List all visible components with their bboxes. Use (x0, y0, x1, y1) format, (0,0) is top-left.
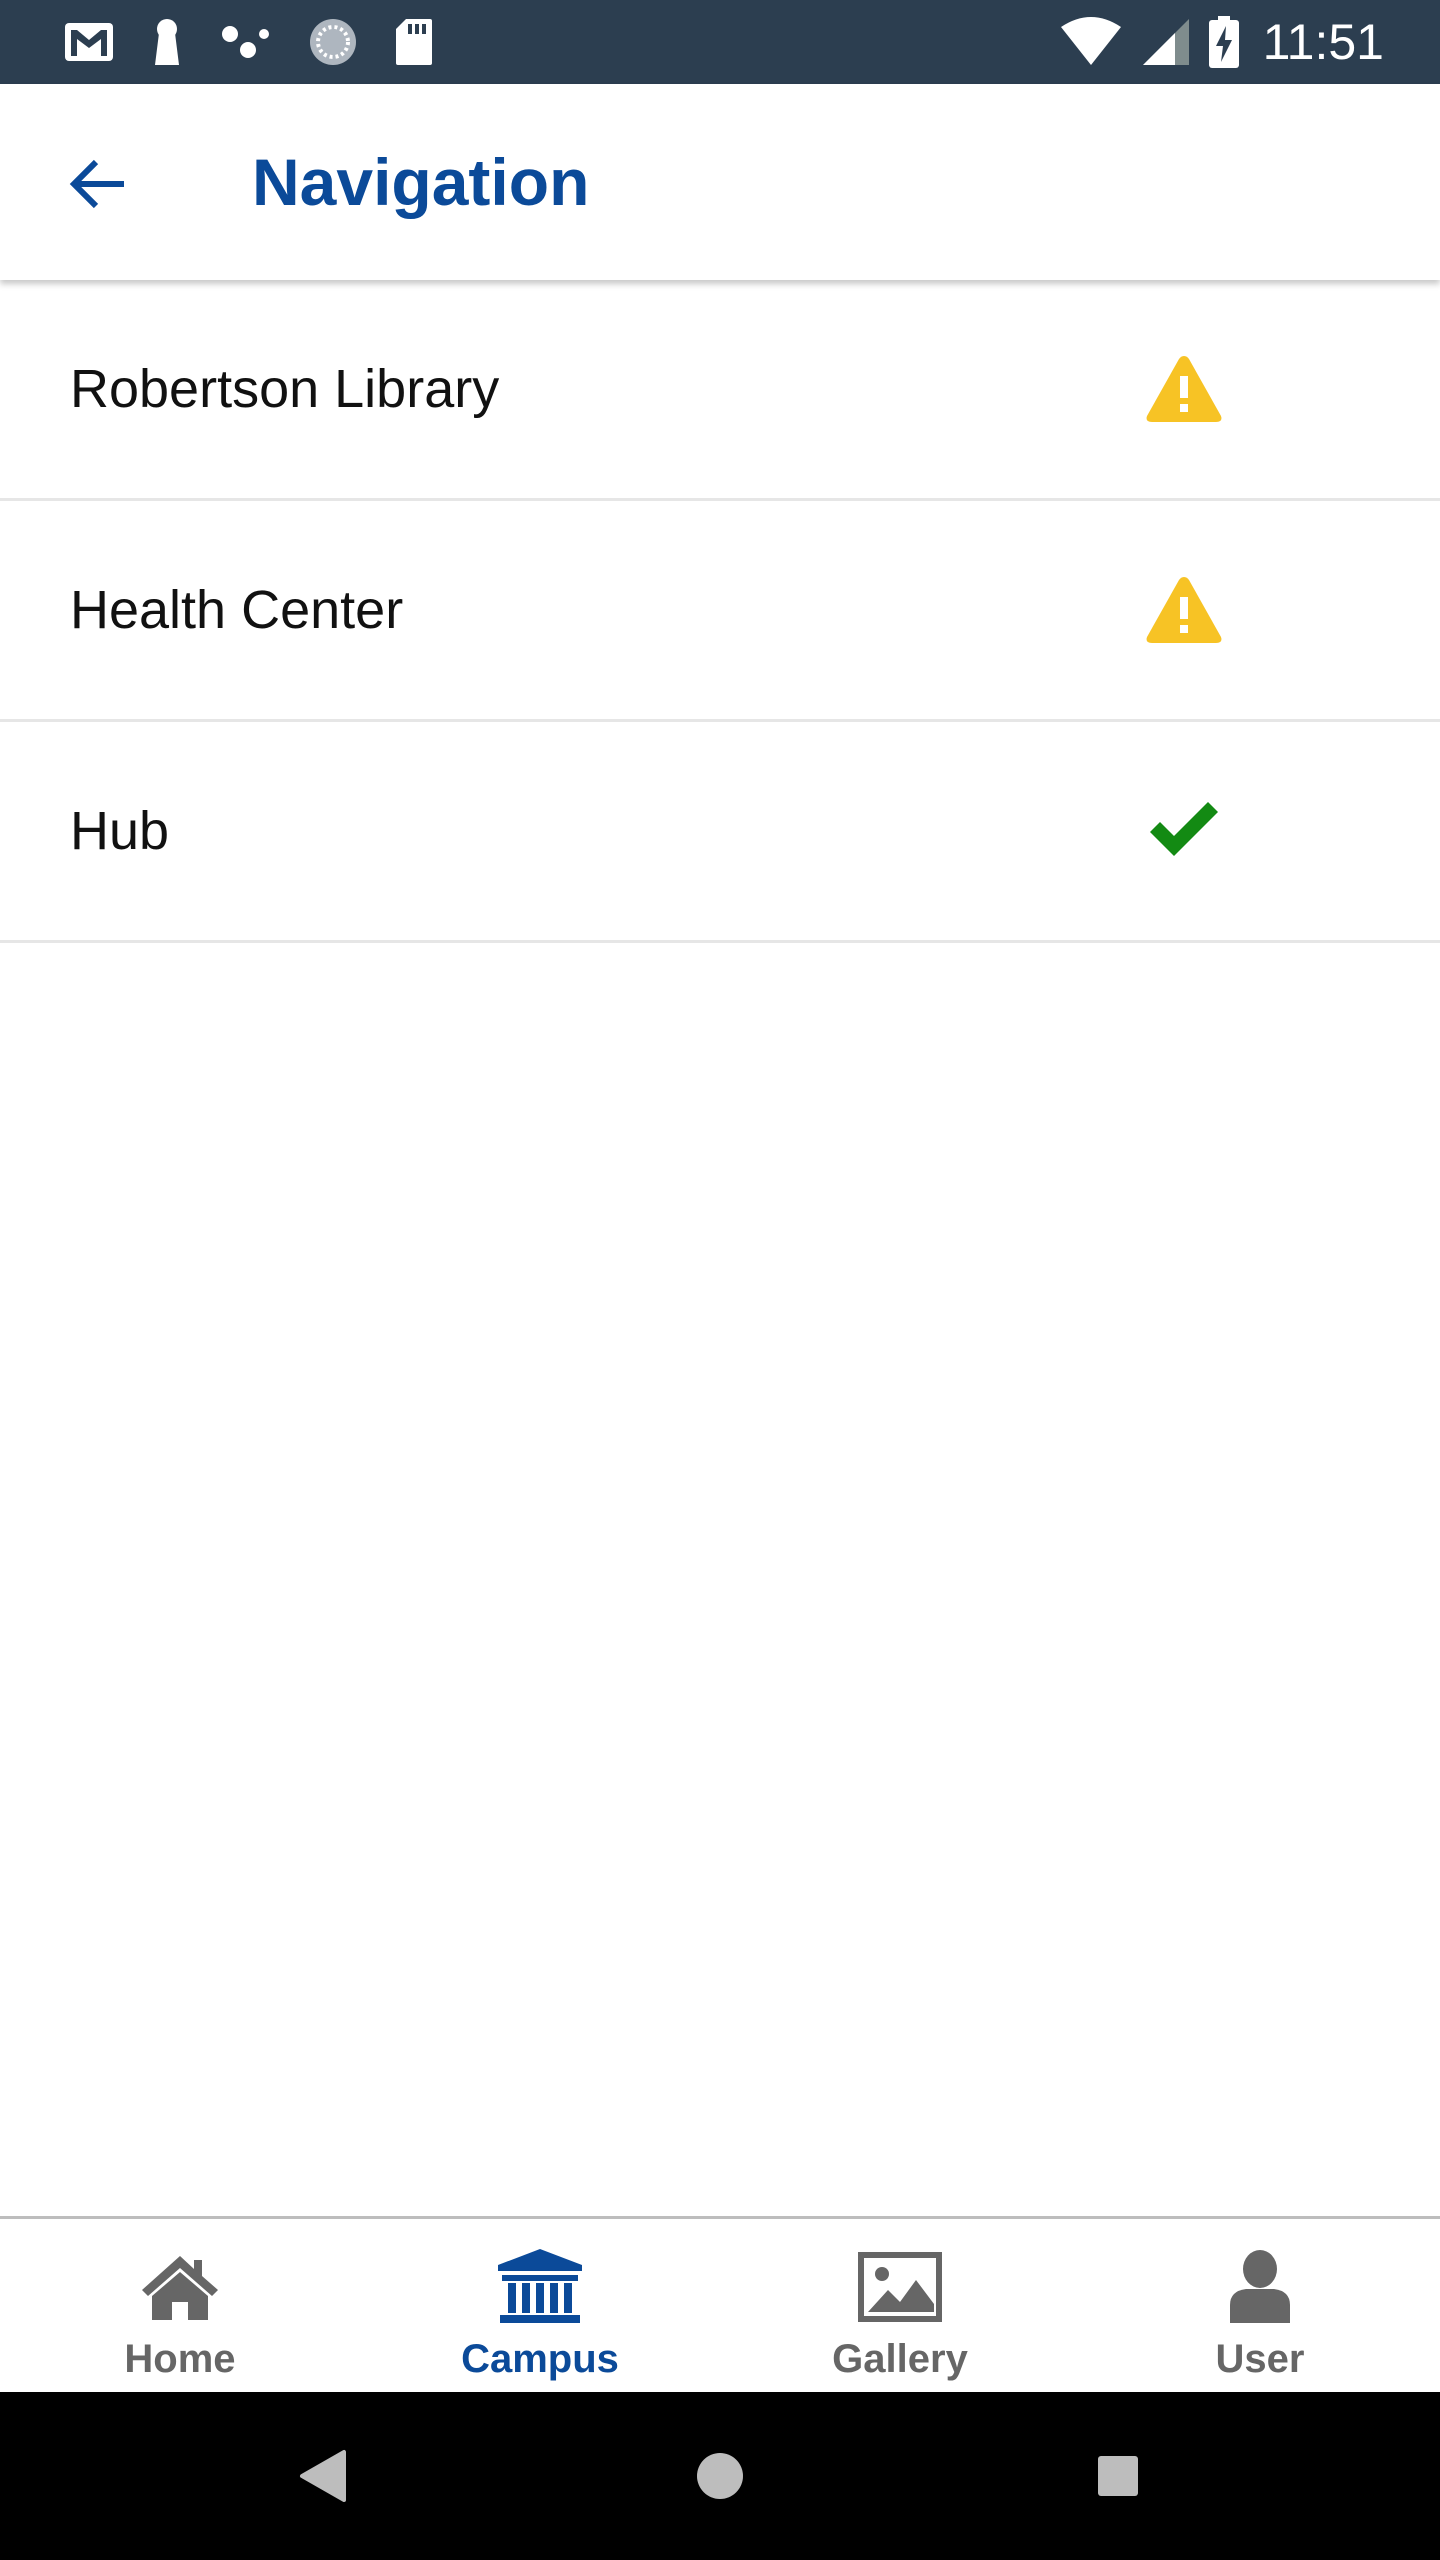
list-item-robertson-library[interactable]: Robertson Library (0, 280, 1440, 501)
user-icon (1080, 2247, 1440, 2327)
location-name: Hub (70, 801, 170, 861)
location-list: Robertson Library Health Center Hub (0, 280, 1440, 943)
system-home-button[interactable] (680, 2436, 760, 2516)
bottom-navigation: Home Campus Gallery User (0, 2216, 1440, 2395)
nav-label: User (1215, 2337, 1305, 2381)
page-title: Navigation (252, 145, 590, 219)
dots-icon (220, 22, 272, 62)
arrow-left-icon (69, 159, 124, 209)
recents-square-icon (1098, 2456, 1138, 2496)
system-recents-button[interactable] (1078, 2436, 1158, 2516)
back-triangle-icon (300, 2450, 346, 2502)
nav-label: Gallery (832, 2337, 968, 2381)
app-bar: Navigation (0, 84, 1440, 280)
notification-icons (64, 0, 470, 84)
nav-user[interactable]: User (1080, 2219, 1440, 2395)
keyhole-icon (150, 17, 184, 67)
sd-card-icon (394, 17, 434, 67)
warning-icon (1140, 565, 1228, 653)
battery-charging-icon (1208, 16, 1239, 68)
image-icon (720, 2247, 1080, 2327)
sync-circle-icon (308, 17, 358, 67)
nav-home[interactable]: Home (0, 2219, 360, 2395)
nav-gallery[interactable]: Gallery (720, 2219, 1080, 2395)
status-time: 11:51 (1262, 14, 1384, 70)
campus-building-icon (360, 2247, 720, 2327)
system-back-button[interactable] (282, 2436, 362, 2516)
warning-icon (1140, 344, 1228, 432)
wifi-icon (1059, 17, 1123, 67)
nav-label: Home (124, 2337, 236, 2381)
status-bar: 11:51 (0, 0, 1440, 84)
home-icon (0, 2247, 360, 2327)
list-item-hub[interactable]: Hub (0, 722, 1440, 943)
home-circle-icon (697, 2453, 743, 2499)
nav-label: Campus (461, 2337, 619, 2381)
check-icon (1140, 786, 1228, 874)
location-name: Robertson Library (70, 359, 500, 419)
nav-campus[interactable]: Campus (360, 2219, 720, 2395)
location-name: Health Center (70, 580, 404, 640)
cell-signal-icon (1141, 17, 1191, 67)
list-item-health-center[interactable]: Health Center (0, 501, 1440, 722)
system-status-icons: 11:51 (1041, 0, 1384, 84)
system-navigation-bar (0, 2392, 1440, 2560)
gmail-icon (64, 22, 114, 62)
back-button[interactable] (56, 142, 140, 226)
